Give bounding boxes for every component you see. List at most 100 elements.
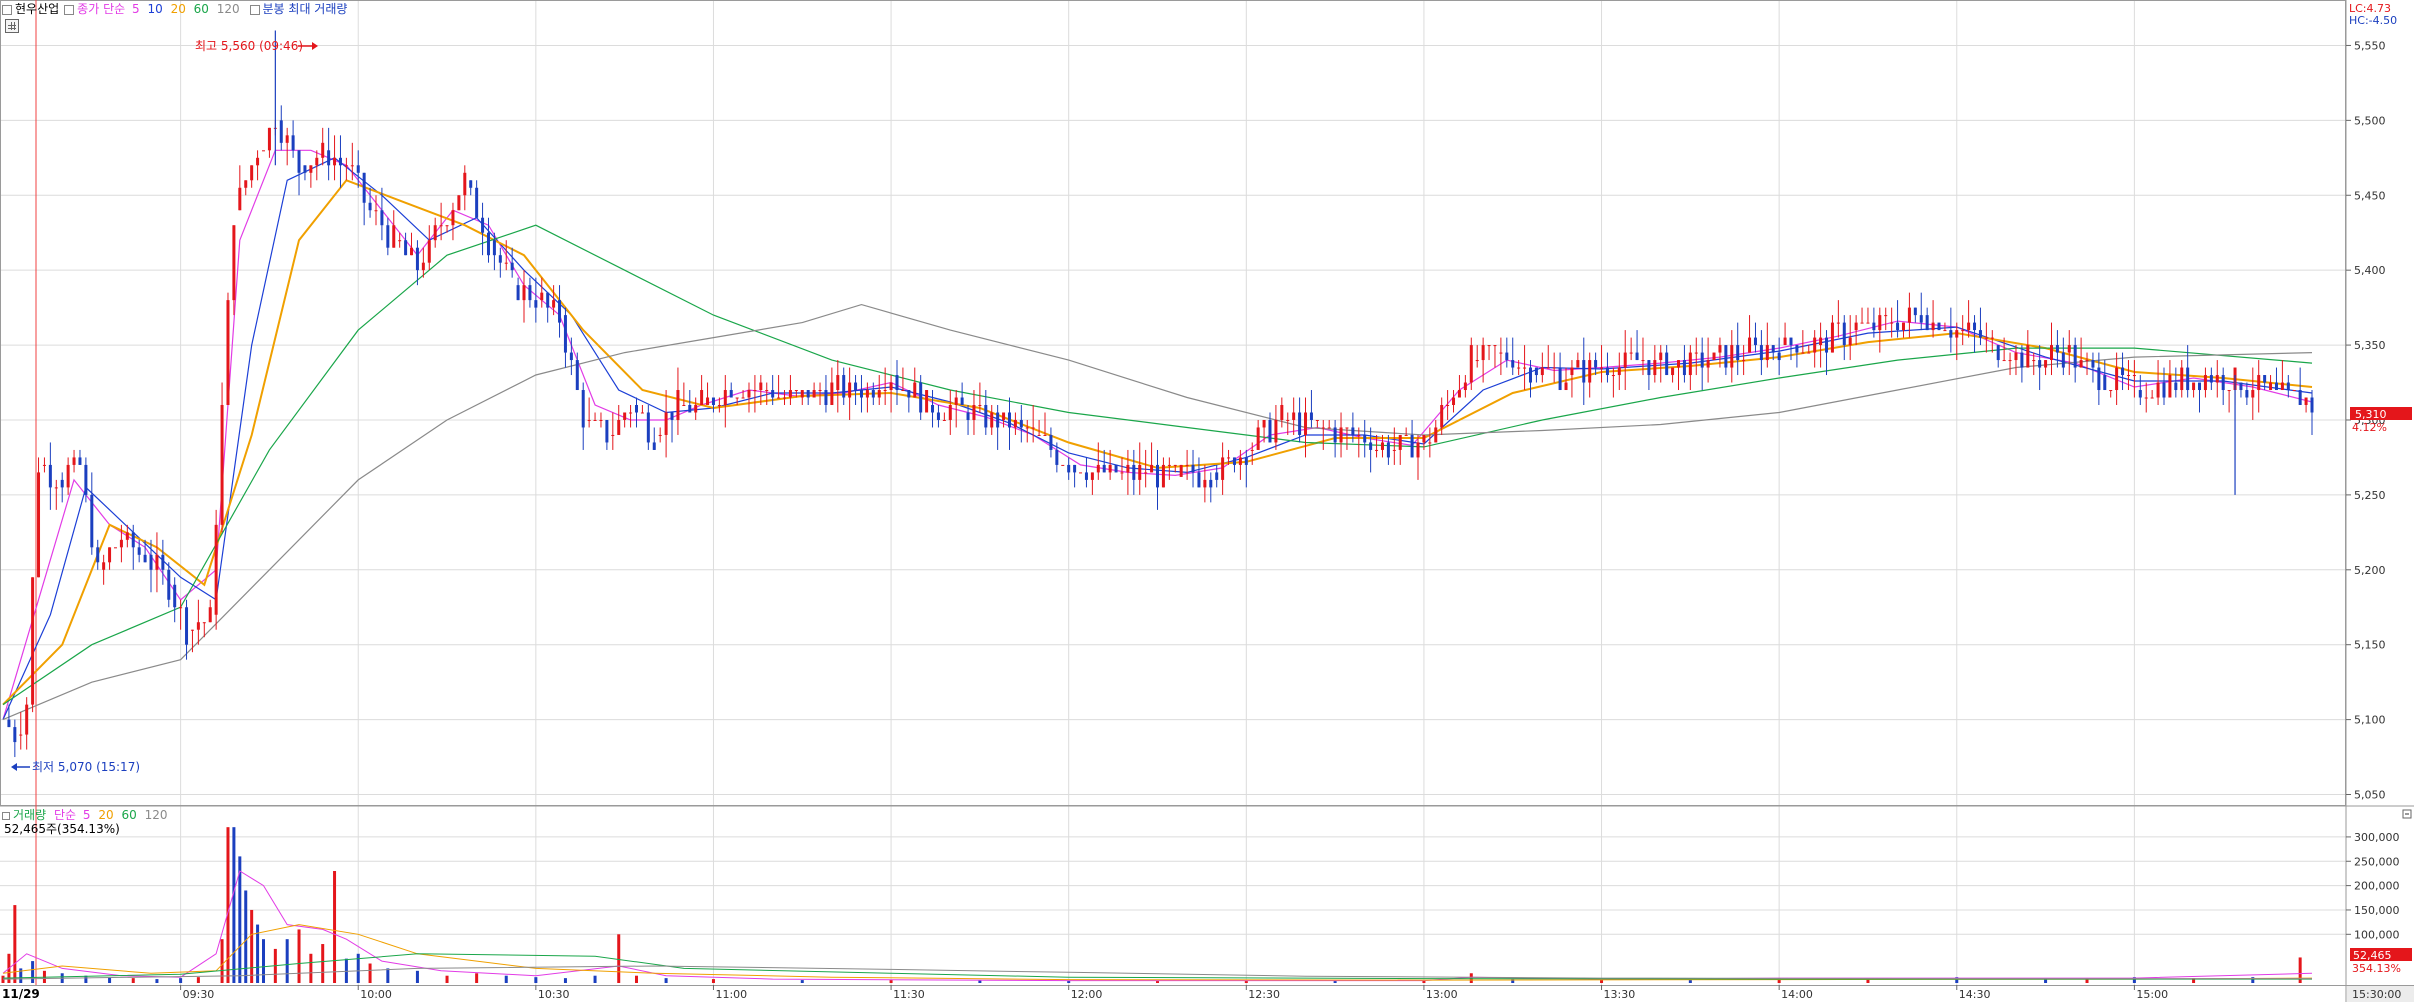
candle-body (1209, 479, 1213, 488)
candle-body (1955, 330, 1959, 338)
candle-body (1481, 345, 1485, 361)
candle-body (1197, 472, 1201, 488)
candle-body (303, 165, 307, 173)
stock-name[interactable]: 현우산업 (15, 2, 59, 16)
candle-body (830, 382, 834, 405)
candle-body (877, 390, 881, 398)
time-tick-label: 12:30 (1248, 988, 1280, 1001)
candle-body (629, 412, 633, 414)
candle-body (72, 457, 76, 465)
candle-body (1724, 345, 1728, 368)
date-label: 11/29 (2, 987, 40, 1001)
legend-box-icon (2, 811, 10, 820)
candle-body (285, 135, 289, 143)
last-price-value: 5,310 (2355, 408, 2387, 421)
legend-box-icon (249, 4, 260, 15)
candle-body (469, 180, 473, 188)
candle-body (338, 157, 342, 166)
price-tick-label: 5,500 (2354, 114, 2386, 127)
candle-body (2032, 360, 2036, 362)
candle-body (783, 397, 787, 399)
menu-toggle-icon[interactable] (2, 4, 12, 15)
candle-body (812, 390, 816, 398)
candle-body (481, 217, 485, 233)
candle-body (291, 135, 295, 151)
candle-body (1990, 337, 1994, 339)
candle-body (1973, 322, 1977, 331)
price-tick-label: 5,150 (2354, 639, 2386, 652)
candle-body (185, 607, 189, 645)
candle-body (119, 539, 123, 548)
candle-body (232, 225, 236, 301)
candle-body (1452, 397, 1456, 405)
candle-body (2109, 390, 2113, 392)
candle-body (433, 225, 437, 241)
volume-bar (1067, 981, 1071, 983)
candle-body (1552, 367, 1556, 369)
candle-body (2192, 382, 2196, 391)
candle-body (492, 240, 496, 256)
candle-body (25, 704, 29, 735)
candle-body (1777, 352, 1781, 361)
candle-body (1836, 322, 1840, 324)
volume-bar (368, 963, 372, 983)
candle-body (1813, 337, 1817, 353)
volume-ma-60: 60 (121, 808, 137, 822)
candle-body (694, 405, 698, 413)
candle-body (1375, 449, 1379, 451)
candle-body (208, 607, 212, 623)
candle-body (1108, 464, 1112, 473)
candle-body (54, 487, 58, 489)
candle-body (1801, 352, 1805, 354)
grid-settings-icon[interactable] (5, 19, 19, 33)
candle-body (1144, 472, 1148, 474)
volume-tick-label: 300,000 (2354, 831, 2400, 844)
candle-body (2203, 375, 2207, 391)
candle-body (1605, 367, 1609, 376)
candle-body (948, 405, 952, 420)
candle-body (1120, 472, 1124, 474)
candle-body (634, 405, 638, 413)
time-tick-label: 11:00 (715, 988, 747, 1001)
volume-bar (617, 934, 621, 983)
time-tick-label: 10:30 (538, 988, 570, 1001)
volume-bar (31, 961, 35, 983)
candle-body (78, 457, 82, 465)
candle-body (1878, 315, 1882, 331)
price-tick-label: 5,100 (2354, 714, 2386, 727)
candle-body (1842, 322, 1846, 346)
candle-body (717, 405, 721, 406)
candle-body (1025, 427, 1029, 429)
candle-body (1943, 330, 1947, 332)
candle-body (108, 547, 112, 563)
candle-body (1493, 345, 1497, 347)
candle-body (1469, 345, 1473, 383)
candle-body (96, 547, 100, 563)
candle-body (1386, 442, 1390, 458)
candle-body (1647, 360, 1651, 376)
candle-body (1238, 457, 1242, 465)
time-tick-label: 14:00 (1781, 988, 1813, 1001)
candle-body (66, 464, 70, 488)
candle-body (1677, 360, 1681, 368)
candle-body (1351, 427, 1355, 435)
candle-body (167, 569, 171, 600)
candle-body (1061, 464, 1065, 466)
candle-body (2014, 352, 2018, 361)
candle-body (102, 562, 106, 570)
candle-body (1150, 464, 1154, 473)
candle-body (1540, 367, 1544, 376)
candle-body (380, 210, 384, 226)
candle-body (848, 382, 852, 398)
candle-body (2061, 352, 2065, 368)
candle-body (1600, 367, 1604, 369)
candle-body (2132, 375, 2136, 377)
candle-body (297, 150, 301, 173)
candle-body (1096, 464, 1100, 473)
candle-body (1268, 419, 1272, 443)
candle-body (1730, 345, 1734, 368)
candle-body (1487, 345, 1491, 347)
candle-body (652, 442, 656, 450)
candle-body (1475, 360, 1479, 362)
candle-body (800, 390, 804, 398)
